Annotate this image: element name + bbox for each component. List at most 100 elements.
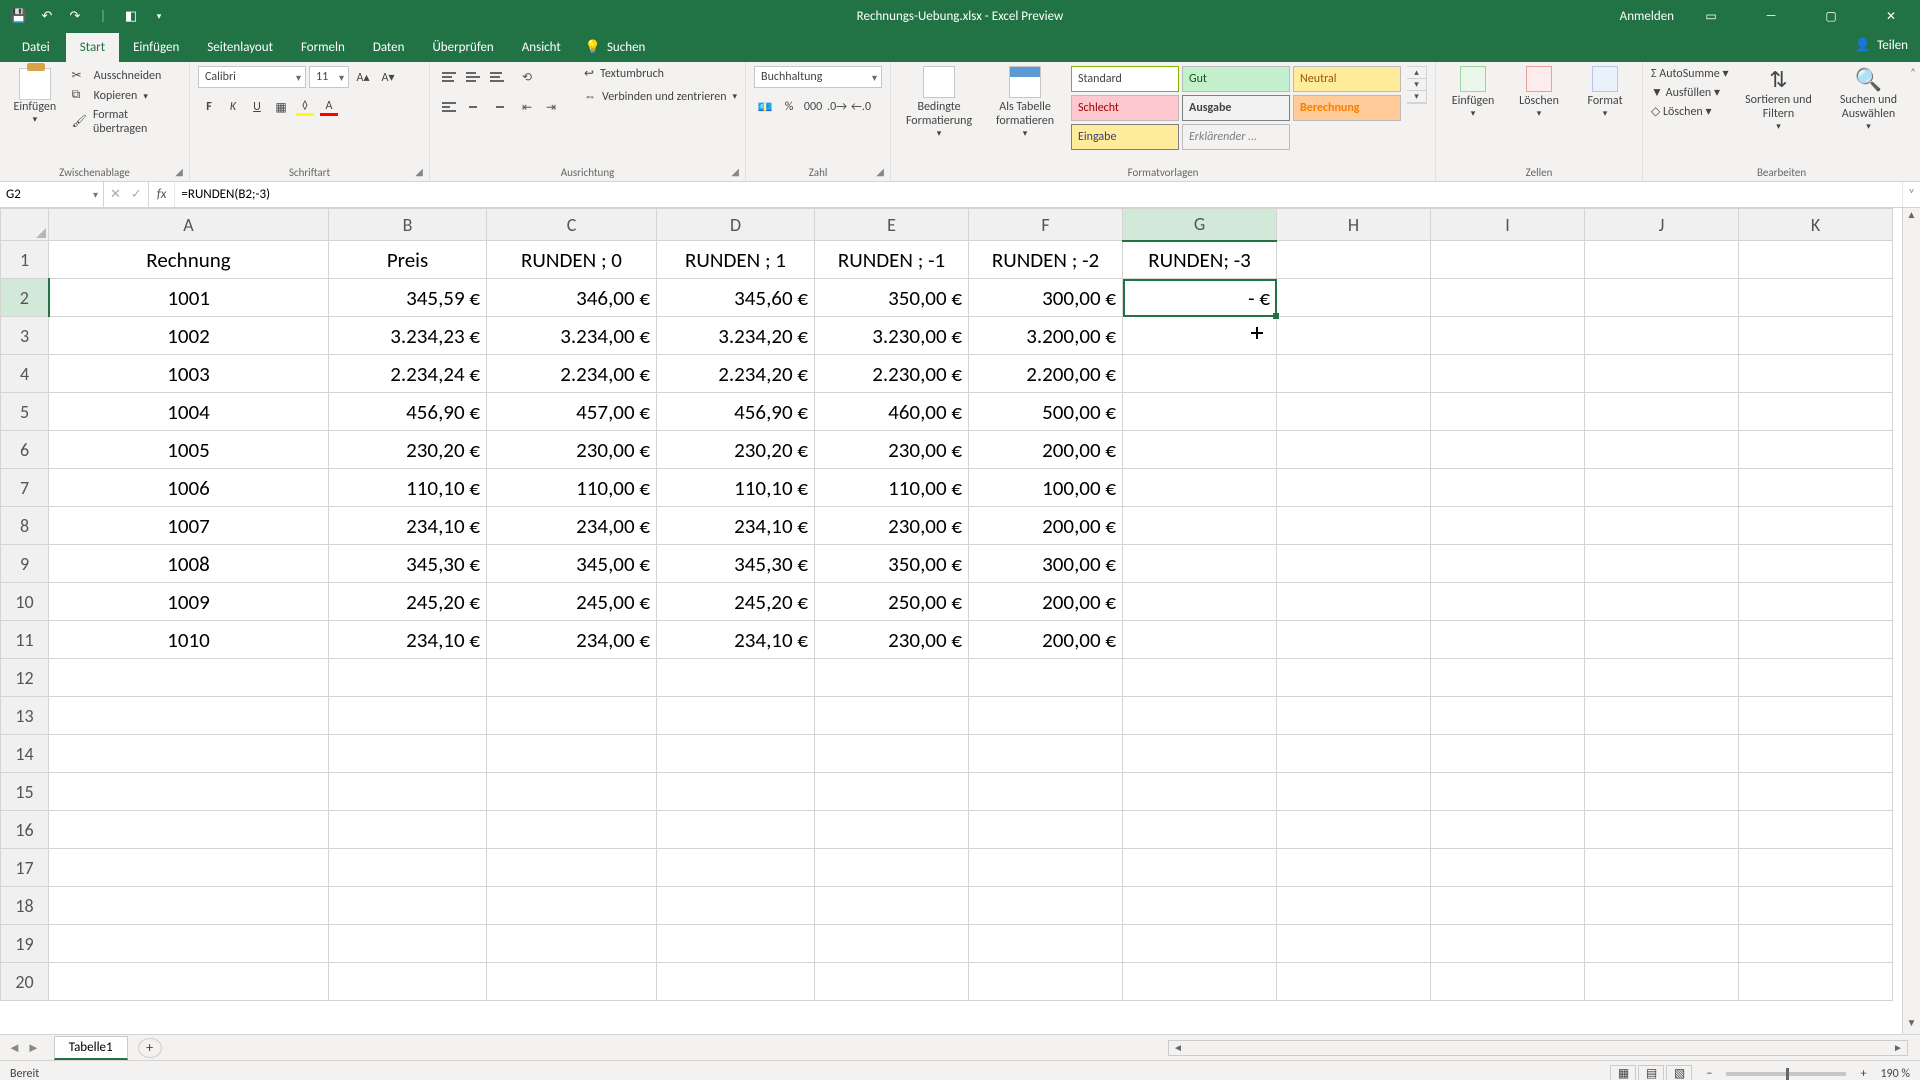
style-berechnung[interactable]: Berechnung: [1293, 95, 1401, 121]
cell-G16[interactable]: [1123, 811, 1277, 849]
cell-F17[interactable]: [969, 849, 1123, 887]
col-header-H[interactable]: H: [1277, 209, 1431, 241]
cell-E7[interactable]: 110,00 €: [815, 469, 969, 507]
cell-K16[interactable]: [1739, 811, 1893, 849]
cell-A11[interactable]: 1010: [49, 621, 329, 659]
cell-G2[interactable]: - €: [1123, 279, 1277, 317]
cell-K6[interactable]: [1739, 431, 1893, 469]
bold-button[interactable]: F: [198, 96, 220, 118]
cell-G11[interactable]: [1123, 621, 1277, 659]
copy-button[interactable]: ⧉Kopieren ▾: [72, 88, 181, 104]
cell-C10[interactable]: 245,00 €: [487, 583, 657, 621]
cell-H5[interactable]: [1277, 393, 1431, 431]
cell-D13[interactable]: [657, 697, 815, 735]
cell-H1[interactable]: [1277, 241, 1431, 279]
col-header-E[interactable]: E: [815, 209, 969, 241]
cell-F10[interactable]: 200,00 €: [969, 583, 1123, 621]
cell-G3[interactable]: [1123, 317, 1277, 355]
cell-D12[interactable]: [657, 659, 815, 697]
cell-E16[interactable]: [815, 811, 969, 849]
cell-F18[interactable]: [969, 887, 1123, 925]
style-erklaerend[interactable]: Erklärender ...: [1182, 124, 1290, 150]
clipboard-dialog-launcher[interactable]: ◢: [172, 164, 186, 178]
cell-D14[interactable]: [657, 735, 815, 773]
cell-K14[interactable]: [1739, 735, 1893, 773]
col-header-B[interactable]: B: [329, 209, 487, 241]
cell-B14[interactable]: [329, 735, 487, 773]
align-top-button[interactable]: [438, 66, 460, 88]
cell-F2[interactable]: 300,00 €: [969, 279, 1123, 317]
cell-B12[interactable]: [329, 659, 487, 697]
tell-me-search[interactable]: 💡Suchen: [575, 33, 656, 62]
cell-B8[interactable]: 234,10 €: [329, 507, 487, 545]
cell-H6[interactable]: [1277, 431, 1431, 469]
cell-A4[interactable]: 1003: [49, 355, 329, 393]
number-format-combo[interactable]: Buchhaltung: [754, 66, 882, 88]
cell-K12[interactable]: [1739, 659, 1893, 697]
col-header-D[interactable]: D: [657, 209, 815, 241]
cell-D20[interactable]: [657, 963, 815, 1001]
decrease-indent-button[interactable]: ⇤: [516, 96, 538, 118]
cell-D17[interactable]: [657, 849, 815, 887]
align-right-button[interactable]: [486, 96, 508, 118]
align-middle-button[interactable]: [462, 66, 484, 88]
cell-F3[interactable]: 3.200,00 €: [969, 317, 1123, 355]
row-header-2[interactable]: 2: [1, 279, 49, 317]
cell-G8[interactable]: [1123, 507, 1277, 545]
align-center-button[interactable]: [462, 96, 484, 118]
sheet-tab-1[interactable]: Tabelle1: [54, 1036, 128, 1060]
cell-E13[interactable]: [815, 697, 969, 735]
cell-J4[interactable]: [1585, 355, 1739, 393]
cell-A20[interactable]: [49, 963, 329, 1001]
cell-C7[interactable]: 110,00 €: [487, 469, 657, 507]
style-schlecht[interactable]: Schlecht: [1071, 95, 1179, 121]
cell-E6[interactable]: 230,00 €: [815, 431, 969, 469]
cell-A15[interactable]: [49, 773, 329, 811]
account-link[interactable]: Anmelden: [1620, 9, 1674, 24]
cell-F5[interactable]: 500,00 €: [969, 393, 1123, 431]
cell-A1[interactable]: Rechnung: [49, 241, 329, 279]
orientation-button[interactable]: ⟲: [516, 66, 538, 88]
cell-F12[interactable]: [969, 659, 1123, 697]
styles-more-button[interactable]: ▴▾▾: [1407, 66, 1427, 104]
style-ausgabe[interactable]: Ausgabe: [1182, 95, 1290, 121]
cell-H13[interactable]: [1277, 697, 1431, 735]
cell-I7[interactable]: [1431, 469, 1585, 507]
tab-review[interactable]: Überprüfen: [418, 33, 507, 62]
row-header-4[interactable]: 4: [1, 355, 49, 393]
cell-C18[interactable]: [487, 887, 657, 925]
cell-J2[interactable]: [1585, 279, 1739, 317]
cell-D18[interactable]: [657, 887, 815, 925]
redo-icon[interactable]: ↷: [66, 7, 84, 25]
cell-H17[interactable]: [1277, 849, 1431, 887]
cell-J1[interactable]: [1585, 241, 1739, 279]
cell-G14[interactable]: [1123, 735, 1277, 773]
cell-D2[interactable]: 345,60 €: [657, 279, 815, 317]
qat-customize-icon[interactable]: ▾: [150, 7, 168, 25]
cell-J17[interactable]: [1585, 849, 1739, 887]
cell-K13[interactable]: [1739, 697, 1893, 735]
style-standard[interactable]: Standard: [1071, 66, 1179, 92]
cell-K17[interactable]: [1739, 849, 1893, 887]
cell-F13[interactable]: [969, 697, 1123, 735]
cell-H4[interactable]: [1277, 355, 1431, 393]
format-painter-button[interactable]: 🖌Format übertragen: [72, 108, 181, 136]
cell-J5[interactable]: [1585, 393, 1739, 431]
conditional-formatting-button[interactable]: Bedingte Formatierung▾: [899, 66, 979, 139]
cell-J3[interactable]: [1585, 317, 1739, 355]
cell-I5[interactable]: [1431, 393, 1585, 431]
row-header-9[interactable]: 9: [1, 545, 49, 583]
cell-G15[interactable]: [1123, 773, 1277, 811]
cell-K19[interactable]: [1739, 925, 1893, 963]
cell-G10[interactable]: [1123, 583, 1277, 621]
cell-B15[interactable]: [329, 773, 487, 811]
cell-K20[interactable]: [1739, 963, 1893, 1001]
cell-G17[interactable]: [1123, 849, 1277, 887]
cell-H3[interactable]: [1277, 317, 1431, 355]
cell-styles-gallery[interactable]: Standard Gut Neutral Schlecht Ausgabe Be…: [1071, 66, 1401, 150]
new-sheet-button[interactable]: +: [138, 1038, 162, 1058]
decrease-font-button[interactable]: A▾: [377, 66, 399, 88]
cell-K3[interactable]: [1739, 317, 1893, 355]
zoom-in-button[interactable]: +: [1860, 1067, 1866, 1080]
cell-G12[interactable]: [1123, 659, 1277, 697]
